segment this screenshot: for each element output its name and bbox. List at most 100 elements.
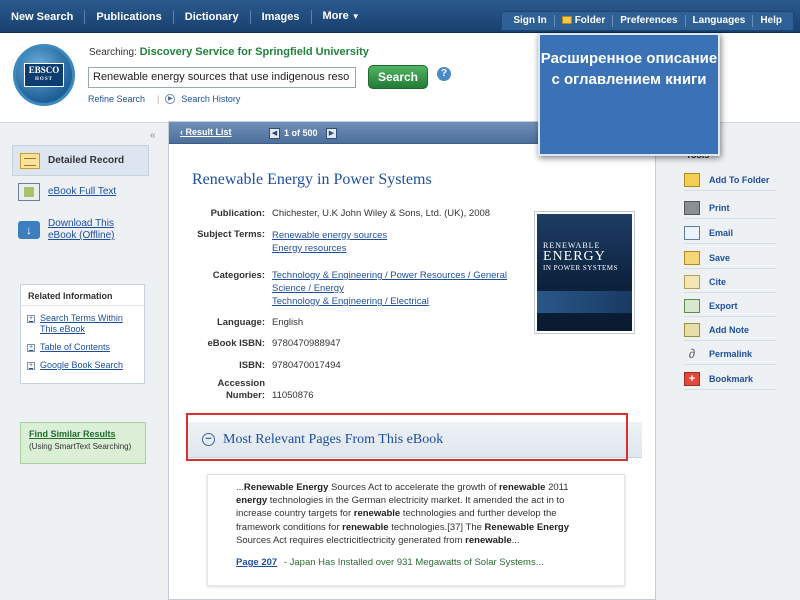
tool-print[interactable]: Print [684,197,776,219]
category-link[interactable]: Science / Energy [272,283,344,296]
detailed-record-label: Detailed Record [48,155,125,166]
help-icon[interactable]: ? [437,67,451,81]
find-similar-link[interactable]: Find Similar Results [29,429,137,439]
accession-label-line1: Accession [217,378,265,389]
folder-icon [684,172,700,187]
link-icon: ∂ [688,345,696,361]
accession-label-line2: Number: [225,390,265,401]
accession-value: 11050876 [272,390,314,401]
logo-wordmark: EBSCO HOST [24,63,64,87]
nav-publications[interactable]: Publications [85,9,174,24]
book-cover-image[interactable]: RENEWABLE ENERGY IN POWER SYSTEMS [534,211,635,334]
nav-folder[interactable]: Folder [555,15,614,27]
tool-label: Save [709,252,731,263]
nav-new-search[interactable]: New Search [0,9,86,24]
subject-terms-label: Subject Terms: [197,229,265,240]
next-record-button[interactable]: ▶ [326,128,337,139]
searching-line: Searching: Discovery Service for Springf… [89,46,369,58]
nav-preferences[interactable]: Preferences [613,15,686,27]
previous-record-button[interactable]: ◀ [269,128,280,139]
nav-languages[interactable]: Languages [686,15,754,27]
nav-images[interactable]: Images [251,9,312,24]
record-title[interactable]: Renewable Energy in Power Systems [192,171,432,189]
book-cover-art: RENEWABLE ENERGY IN POWER SYSTEMS [537,214,632,331]
ebsco-host-logo[interactable]: EBSCO HOST [13,44,75,106]
nav-dictionary[interactable]: Dictionary [174,9,251,24]
tool-label: Print [709,202,730,213]
language-value: English [272,317,304,328]
subject-term-link[interactable]: Renewable energy sources [272,230,387,243]
find-similar-box: Find Similar Results (Using SmartText Se… [20,422,146,464]
google-book-search-link[interactable]: + Google Book Search [21,360,144,371]
plus-box-icon: + [27,362,35,370]
download-line-1: Download This [48,218,114,229]
chevron-down-icon: ▼ [351,12,360,21]
smarttext-note: (Using SmartText Searching) [29,442,132,451]
tool-email[interactable]: Email [684,222,776,244]
nav-sign-in[interactable]: Sign In [506,15,555,27]
export-icon [684,298,700,313]
publication-label: Publication: [210,208,265,219]
ebook-full-text-item[interactable]: eBook Full Text [18,183,116,201]
printer-icon [684,200,700,215]
record-panel: ‹ Result List ◀ 1 of 500 ▶ Renewable Ene… [168,121,656,600]
tool-label: Permalink [709,348,753,359]
page-description: - Japan Has Installed over 931 Megawatts… [283,557,544,569]
result-list-link[interactable]: ‹ Result List [180,127,232,137]
folder-icon [561,16,572,24]
search-input[interactable]: Renewable energy sources that use indige… [88,67,356,88]
play-circle-icon: ▶ [165,94,176,104]
tool-export[interactable]: Export [684,295,776,317]
tool-label: Cite [709,276,727,287]
searching-label: Searching: [89,47,137,58]
ebook-isbn-value: 9780470988947 [272,338,341,349]
search-terms-link[interactable]: + Search Terms Within This eBook [21,313,144,335]
plus-box-icon: + [27,344,35,352]
nav-help[interactable]: Help [753,15,789,27]
bookmark-plus-icon: + [684,371,700,386]
search-history-link[interactable]: Search History [181,94,240,104]
download-ebook-link[interactable]: Download This eBook (Offline) [48,218,115,242]
tool-label: Export [709,300,738,311]
category-link[interactable]: Technology & Engineering / Power Resourc… [272,270,507,283]
related-information-title: Related Information [21,285,144,306]
download-line-2: eBook (Offline) [48,230,115,241]
tool-permalink[interactable]: ∂ Permalink [684,343,776,365]
ebook-full-text-link[interactable]: eBook Full Text [48,186,116,198]
ebook-isbn-label: eBook ISBN: [207,338,265,349]
tool-save[interactable]: Save [684,247,776,269]
download-icon: ↓ [18,221,40,239]
document-icon [20,152,40,169]
result-list-label: Result List [185,127,232,137]
cover-title-line2: ENERGY [543,249,606,264]
tool-bookmark[interactable]: + Bookmark [684,368,776,390]
refine-search-link[interactable]: Refine Search [88,94,145,104]
subject-term-link[interactable]: Energy resources [272,243,346,256]
tool-cite[interactable]: Cite [684,271,776,293]
search-terms-label: Search Terms Within This eBook [40,313,123,334]
cite-icon [684,274,700,289]
related-information-box: Related Information + Search Terms Within… [20,284,145,384]
category-link[interactable]: Technology & Engineering / Electrical [272,296,429,309]
tool-add-to-folder[interactable]: Add To Folder [684,169,776,191]
collapse-sidebar-icon[interactable]: « [150,130,156,141]
detailed-record-item[interactable]: Detailed Record [12,145,149,176]
categories-label: Categories: [212,270,265,281]
search-sublinks: Refine Search | ▶ Search History [88,94,246,104]
nav-more[interactable]: More ▼ [312,9,371,24]
search-button[interactable]: Search [368,65,428,89]
nav-folder-label: Folder [574,15,606,26]
page-reference: Page 207 - Japan Has Installed over 931 … [236,557,596,568]
annotation-callout: Расширенное описание с оглавлением книги [538,33,720,156]
tool-label: Add To Folder [709,174,770,185]
tool-add-note[interactable]: Add Note [684,319,776,341]
tool-label: Add Note [709,324,749,335]
download-ebook-item[interactable]: ↓ Download This eBook (Offline) [18,218,115,242]
ebook-icon [18,183,40,201]
page-link[interactable]: Page 207 [236,557,277,568]
google-book-search-label: Google Book Search [40,360,124,370]
table-of-contents-link[interactable]: + Table of Contents [21,342,144,353]
separator: | [157,94,160,104]
table-of-contents-label: Table of Contents [40,342,111,352]
language-label: Language: [216,317,265,328]
